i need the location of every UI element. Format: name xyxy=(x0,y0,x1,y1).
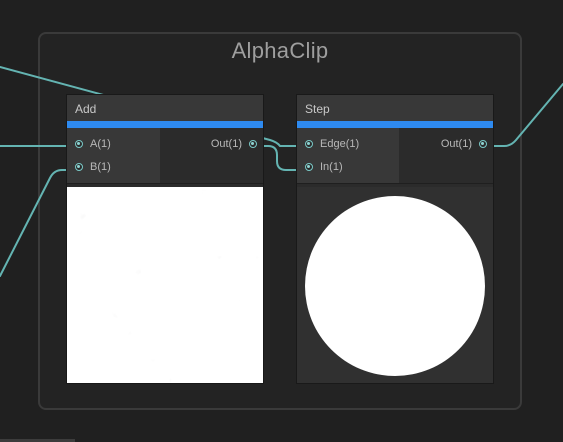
port-add-a-label: A(1) xyxy=(90,138,111,150)
node-add-title[interactable]: Add xyxy=(67,95,263,121)
port-step-edge-label: Edge(1) xyxy=(320,138,360,150)
port-add-b-label: B(1) xyxy=(90,161,111,173)
port-add-out[interactable]: Out(1) xyxy=(197,136,257,152)
noise-preview-image xyxy=(67,187,263,383)
node-step-accent-bar xyxy=(297,121,493,128)
node-step[interactable]: Step Edge(1) In(1) Out(1) xyxy=(296,94,494,384)
port-dot-icon[interactable] xyxy=(75,140,83,148)
port-step-in-label: In(1) xyxy=(320,161,343,173)
port-dot-icon[interactable] xyxy=(479,140,487,148)
node-add-preview xyxy=(67,187,263,383)
node-add-ports: A(1) B(1) Out(1) xyxy=(67,128,263,184)
node-step-preview xyxy=(297,187,493,383)
node-add-accent-bar xyxy=(67,121,263,128)
port-dot-icon[interactable] xyxy=(305,163,313,171)
port-step-out[interactable]: Out(1) xyxy=(427,136,487,152)
graph-canvas[interactable]: AlphaClip Add A(1) B(1) Out(1) Step Edge… xyxy=(0,0,563,442)
port-dot-icon[interactable] xyxy=(249,140,257,148)
group-title[interactable]: AlphaClip xyxy=(40,38,520,64)
port-dot-icon[interactable] xyxy=(75,163,83,171)
node-step-ports: Edge(1) In(1) Out(1) xyxy=(297,128,493,184)
node-step-title[interactable]: Step xyxy=(297,95,493,121)
node-add[interactable]: Add A(1) B(1) Out(1) xyxy=(66,94,264,384)
circle-preview-image xyxy=(305,196,485,376)
port-step-out-label: Out(1) xyxy=(440,138,472,150)
port-dot-icon[interactable] xyxy=(305,140,313,148)
port-add-out-label: Out(1) xyxy=(210,138,242,150)
node-add-inputs-panel xyxy=(67,128,160,183)
